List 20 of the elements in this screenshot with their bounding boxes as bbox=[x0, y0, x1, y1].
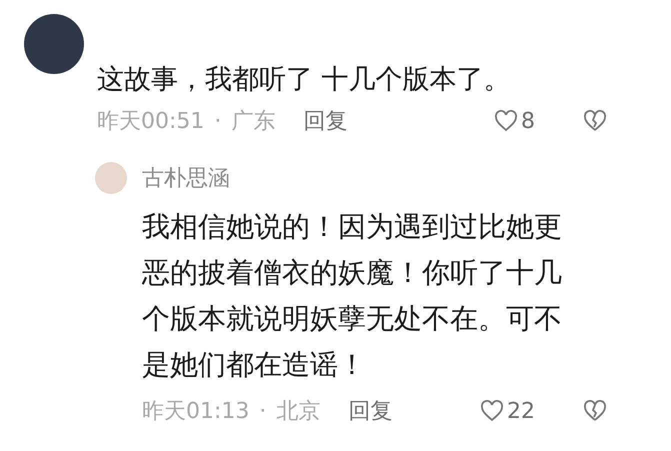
broken-heart-icon bbox=[583, 400, 607, 422]
username: 古朴思涵 bbox=[142, 165, 230, 193]
dislike-button[interactable] bbox=[583, 110, 607, 132]
comment-text: 这故事，我都听了 十几个版本了。 bbox=[97, 63, 512, 97]
location-text: 北京 bbox=[276, 398, 320, 426]
heart-icon bbox=[494, 110, 518, 132]
separator-dot: · bbox=[259, 398, 266, 424]
avatar bbox=[95, 162, 127, 194]
like-button[interactable]: 22 bbox=[480, 398, 535, 424]
reply-button[interactable]: 回复 bbox=[303, 106, 348, 136]
heart-icon bbox=[480, 400, 504, 422]
broken-heart-icon bbox=[583, 110, 607, 132]
timestamp: 昨天01:13 bbox=[142, 398, 250, 426]
reply-button[interactable]: 回复 bbox=[348, 396, 392, 426]
location-text: 广东 bbox=[231, 108, 276, 136]
like-button[interactable]: 8 bbox=[494, 108, 535, 134]
separator-dot: · bbox=[214, 108, 222, 134]
timestamp: 昨天00:51 bbox=[97, 108, 204, 136]
dislike-button[interactable] bbox=[583, 400, 607, 422]
reply-text: 我相信她说的！因为遇到过比她更恶的披着僧衣的妖魔！你听了十几个版本就说明妖孽无处不在。可不是她们都在造谣！ bbox=[142, 209, 563, 383]
